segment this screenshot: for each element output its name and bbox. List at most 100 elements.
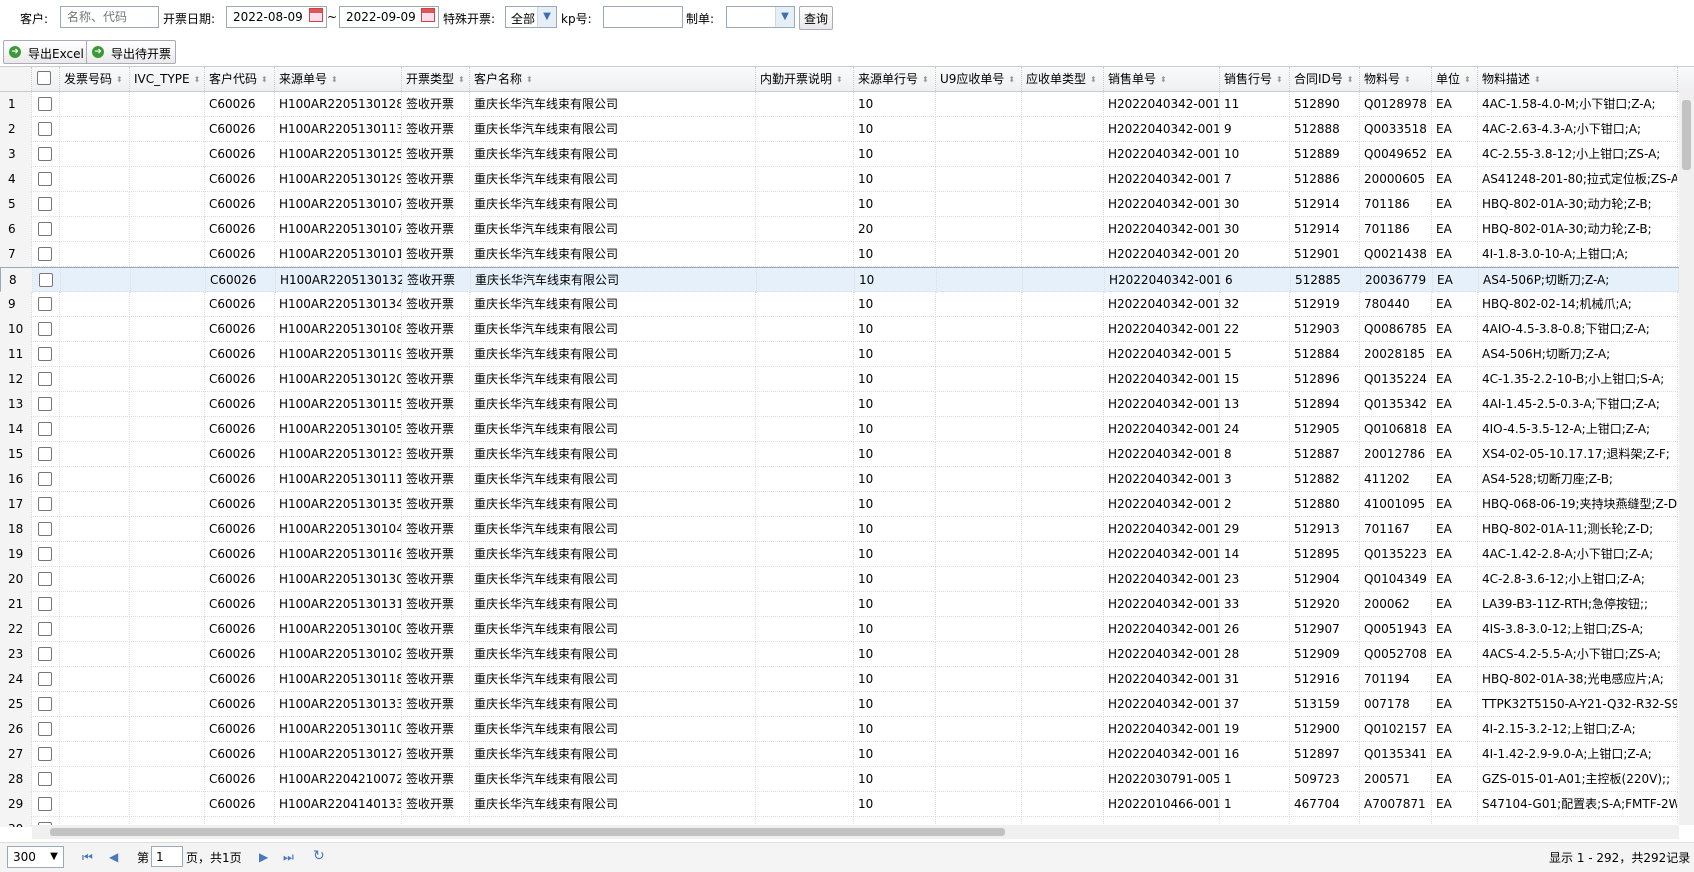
table-row[interactable]: 9 C60026 H100AR2205130134 签收开票 重庆长华汽车线束有限公司 1… xyxy=(0,292,1694,317)
sort-icon[interactable]: ⬍ xyxy=(836,68,843,92)
table-row[interactable]: 1 C60026 H100AR2205130128 签收开票 重庆长华汽车线束有限公司 1… xyxy=(0,92,1694,117)
table-row[interactable]: 8 C60026 H100AR2205130132 签收开票 重庆长华汽车线束有限公司 1… xyxy=(0,267,1694,293)
first-page-icon[interactable]: ⏮ xyxy=(82,850,93,865)
column-header[interactable]: 销售单号 ⬍ xyxy=(1104,67,1220,91)
table-row[interactable]: 27 C60026 H100AR2205130127 签收开票 重庆长华汽车线束有限公司… xyxy=(0,742,1694,767)
column-header[interactable]: 来源单行号 ⬍ xyxy=(854,67,936,91)
column-header[interactable]: 应收单类型 ⬍ xyxy=(1022,67,1104,91)
page-number-input[interactable] xyxy=(151,846,183,867)
table-row[interactable]: 23 C60026 H100AR2205130102 签收开票 重庆长华汽车线束有限公司… xyxy=(0,642,1694,667)
table-cell: 11 xyxy=(1220,92,1290,117)
table-row[interactable]: 22 C60026 H100AR2205130100 签收开票 重庆长华汽车线束有限公司… xyxy=(0,617,1694,642)
sort-icon[interactable]: ⬍ xyxy=(1090,68,1097,92)
vertical-scrollbar[interactable] xyxy=(1679,90,1694,825)
table-cell xyxy=(936,742,1022,767)
sort-icon[interactable]: ⬍ xyxy=(1347,68,1354,92)
export-pending-button[interactable]: ➜ 导出待开票 xyxy=(86,40,177,64)
sort-icon[interactable]: ⬍ xyxy=(194,68,201,92)
sort-icon[interactable]: ⬍ xyxy=(331,68,338,92)
table-row[interactable]: 18 C60026 H100AR2205130104 签收开票 重庆长华汽车线束有限公司… xyxy=(0,517,1694,542)
sort-icon[interactable]: ⬍ xyxy=(116,68,123,92)
column-header[interactable]: 销售行号 ⬍ xyxy=(1220,67,1290,91)
table-row[interactable]: 11 C60026 H100AR2205130119 签收开票 重庆长华汽车线束有限公司… xyxy=(0,342,1694,367)
table-cell xyxy=(60,417,130,442)
table-row[interactable]: 17 C60026 H100AR2205130135 签收开票 重庆长华汽车线束有限公司… xyxy=(0,492,1694,517)
table-row[interactable]: 6 C60026 H100AR2205130107 签收开票 重庆长华汽车线束有限公司 2… xyxy=(0,217,1694,242)
table-row[interactable]: 20 C60026 H100AR2205130130 签收开票 重庆长华汽车线束有限公司… xyxy=(0,567,1694,592)
chevron-down-icon[interactable]: ▼ xyxy=(537,7,556,27)
column-header[interactable]: 内勤开票说明 ⬍ xyxy=(756,67,854,91)
sort-icon[interactable]: ⬍ xyxy=(1464,68,1471,92)
table-row[interactable]: 25 C60026 H100AR2205130133 签收开票 重庆长华汽车线束有限公司… xyxy=(0,692,1694,717)
last-page-icon[interactable]: ⏭ xyxy=(283,850,294,865)
table-row[interactable]: 26 C60026 H100AR2205130110 签收开票 重庆长华汽车线束有限公司… xyxy=(0,717,1694,742)
calendar-icon[interactable] xyxy=(421,8,435,22)
table-row[interactable]: 14 C60026 H100AR2205130105 签收开票 重庆长华汽车线束有限公司… xyxy=(0,417,1694,442)
table-row[interactable]: 12 C60026 H100AR2205130120 签收开票 重庆长华汽车线束有限公司… xyxy=(0,367,1694,392)
table-row[interactable]: 3 C60026 H100AR2205130125 签收开票 重庆长华汽车线束有限公司 1… xyxy=(0,142,1694,167)
column-header[interactable]: 来源单号 ⬍ xyxy=(275,67,402,91)
column-header[interactable]: 开票类型 ⬍ xyxy=(402,67,470,91)
column-header[interactable]: 物料描述 ⬍ xyxy=(1478,67,1678,91)
table-row[interactable]: 13 C60026 H100AR2205130115 签收开票 重庆长华汽车线束有限公司… xyxy=(0,392,1694,417)
special-invoice-select[interactable]: 全部 ▼ xyxy=(505,6,557,28)
table-row[interactable]: 15 C60026 H100AR2205130123 签收开票 重庆长华汽车线束有限公司… xyxy=(0,442,1694,467)
chevron-down-icon[interactable]: ▼ xyxy=(45,847,63,867)
query-button[interactable]: 查询 xyxy=(799,6,833,30)
table-cell: 512905 xyxy=(1290,417,1360,442)
table-row[interactable]: 4 C60026 H100AR2205130129 签收开票 重庆长华汽车线束有限公司 1… xyxy=(0,167,1694,192)
table-row[interactable]: 2 C60026 H100AR2205130113 签收开票 重庆长华汽车线束有限公司 1… xyxy=(0,117,1694,142)
table-cell: 签收开票 xyxy=(402,292,470,317)
table-cell: Q0135223 xyxy=(1360,542,1432,567)
customer-input[interactable] xyxy=(60,6,159,28)
column-header[interactable]: 客户名称 ⬍ xyxy=(470,67,756,91)
table-row[interactable]: 10 C60026 H100AR2205130108 签收开票 重庆长华汽车线束有限公司… xyxy=(0,317,1694,342)
column-header[interactable]: 客户代码 ⬍ xyxy=(205,67,275,91)
maker-select[interactable]: ▼ xyxy=(726,6,795,28)
table-cell xyxy=(756,92,854,117)
table-row[interactable]: 29 C60026 H100AR2204140133 签收开票 重庆长华汽车线束有限公司… xyxy=(0,792,1694,817)
table-cell xyxy=(756,517,854,542)
scrollbar-thumb[interactable] xyxy=(50,828,1005,836)
table-cell: 重庆长华汽车线束有限公司 xyxy=(470,742,756,767)
sort-icon[interactable]: ⬍ xyxy=(922,68,929,92)
sort-icon[interactable]: ⬍ xyxy=(1008,68,1015,92)
next-page-icon[interactable]: ▶ xyxy=(259,850,268,864)
sort-icon[interactable]: ⬍ xyxy=(1404,68,1411,92)
chevron-down-icon[interactable]: ▼ xyxy=(775,7,794,27)
sort-icon[interactable]: ⬍ xyxy=(458,68,465,92)
column-header[interactable]: 单位 ⬍ xyxy=(1432,67,1478,91)
sort-icon[interactable]: ⬍ xyxy=(1534,68,1541,92)
table-cell xyxy=(60,592,130,617)
kp-input[interactable] xyxy=(603,6,683,28)
column-header[interactable]: 合同ID号 ⬍ xyxy=(1290,67,1360,91)
export-excel-button[interactable]: ➜ 导出Excel xyxy=(3,40,89,64)
sort-icon[interactable]: ⬍ xyxy=(1160,68,1167,92)
table-cell: C60026 xyxy=(205,742,275,767)
table-row[interactable]: 24 C60026 H100AR2205130118 签收开票 重庆长华汽车线束有限公司… xyxy=(0,667,1694,692)
column-header[interactable]: IVC_TYPE ⬍ xyxy=(130,67,205,91)
sort-icon[interactable]: ⬍ xyxy=(261,68,268,92)
select-all-checkbox[interactable] xyxy=(37,71,51,85)
scrollbar-thumb[interactable] xyxy=(1682,100,1691,170)
refresh-icon[interactable]: ↻ xyxy=(313,848,325,864)
column-header[interactable]: U9应收单号 ⬍ xyxy=(936,67,1022,91)
calendar-icon[interactable] xyxy=(309,8,323,22)
table-row[interactable]: 7 C60026 H100AR2205130101 签收开票 重庆长华汽车线束有限公司 1… xyxy=(0,242,1694,267)
column-header[interactable]: 发票号码 ⬍ xyxy=(60,67,130,91)
select-all-header[interactable] xyxy=(32,67,60,91)
column-header[interactable]: 物料号 ⬍ xyxy=(1360,67,1432,91)
table-row[interactable]: 16 C60026 H100AR2205130111 签收开票 重庆长华汽车线束有限公司… xyxy=(0,467,1694,492)
horizontal-scrollbar[interactable] xyxy=(32,825,1679,839)
table-cell xyxy=(936,692,1022,717)
checkbox-cell xyxy=(32,517,60,542)
table-row[interactable]: 28 C60026 H100AR2204210072 签收开票 重庆长华汽车线束有限公司… xyxy=(0,767,1694,792)
sort-icon[interactable]: ⬍ xyxy=(526,68,533,92)
table-row[interactable]: 5 C60026 H100AR2205130107 签收开票 重庆长华汽车线束有限公司 1… xyxy=(0,192,1694,217)
table-row[interactable]: 21 C60026 H100AR2205130131 签收开票 重庆长华汽车线束有限公司… xyxy=(0,592,1694,617)
table-row[interactable]: 19 C60026 H100AR2205130116 签收开票 重庆长华汽车线束有限公司… xyxy=(0,542,1694,567)
sort-icon[interactable]: ⬍ xyxy=(1276,68,1283,92)
prev-page-icon[interactable]: ◀ xyxy=(109,850,118,864)
page-size-select[interactable]: 300 ▼ xyxy=(7,846,64,868)
checkbox-cell xyxy=(32,92,60,117)
